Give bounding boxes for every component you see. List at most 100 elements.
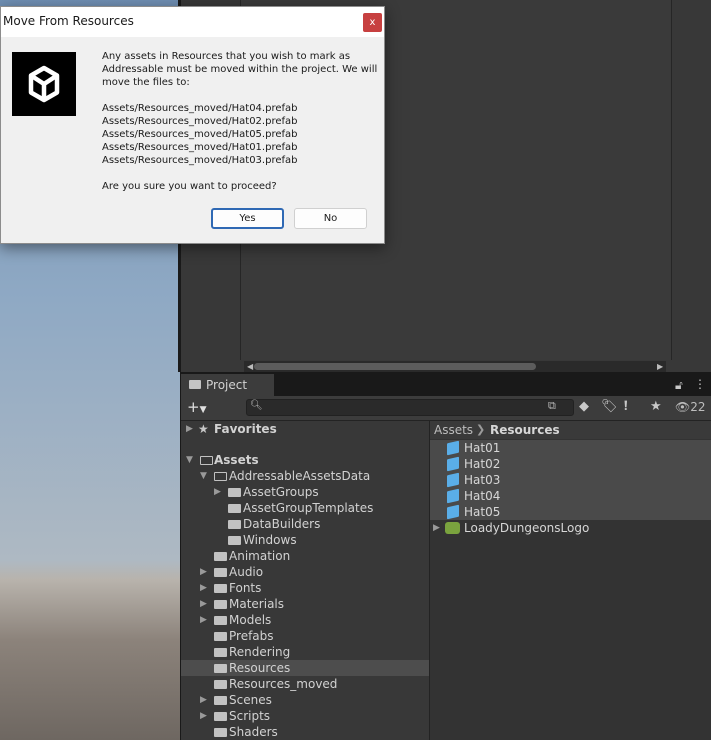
scroll-left-icon[interactable]: ◀ xyxy=(247,361,253,372)
chevron-right-icon: ❯ xyxy=(476,423,486,436)
dialog-message: Any assets in Resources that you wish to… xyxy=(102,51,378,192)
collapse-arrow-icon[interactable]: ▼ xyxy=(186,452,193,468)
path-item: Assets/Resources_moved/Hat01.prefab xyxy=(102,142,298,153)
prefab-icon xyxy=(447,488,459,504)
folder-icon xyxy=(228,536,241,545)
tree-item[interactable]: ▶ Scripts xyxy=(181,708,429,724)
tree-item[interactable]: ▶ Materials xyxy=(181,596,429,612)
expand-arrow-icon[interactable]: ▶ xyxy=(200,596,207,612)
breadcrumb-current[interactable]: Resources xyxy=(490,421,560,439)
scrollbar-thumb[interactable] xyxy=(254,363,536,370)
expand-arrow-icon[interactable]: ▶ xyxy=(214,484,221,500)
add-button[interactable]: +▼ xyxy=(187,398,207,419)
folder-icon xyxy=(214,648,227,657)
expand-arrow-icon[interactable]: ▶ xyxy=(200,692,207,708)
list-item[interactable]: Hat01 xyxy=(430,440,711,456)
visible-count[interactable]: 👁︎22 xyxy=(675,400,706,414)
search-input[interactable] xyxy=(263,400,533,415)
search-box[interactable]: 🔍︎ ⧉ xyxy=(246,399,574,416)
close-button[interactable]: x xyxy=(363,13,382,32)
path-item: Assets/Resources_moved/Hat04.prefab xyxy=(102,103,298,114)
log-issues-icon[interactable]: ❗︎ xyxy=(624,399,628,414)
expand-arrow-icon[interactable]: ▶ xyxy=(200,612,207,628)
project-window: Project 🔓︎ ⋮ +▼ 🔍︎ ⧉ ◆ 🏷︎ ❗︎ ★ 👁︎22 ▶ ★ … xyxy=(181,374,711,740)
yes-button[interactable]: Yes xyxy=(211,208,284,229)
kebab-menu-icon[interactable]: ⋮ xyxy=(694,377,706,391)
folder-open-icon xyxy=(214,472,227,481)
expand-arrow-icon[interactable]: ▶ xyxy=(200,580,207,596)
tree-item[interactable]: ▶ Fonts xyxy=(181,580,429,596)
search-icon: 🔍︎ xyxy=(250,400,263,411)
list-item[interactable]: Hat05 xyxy=(430,504,711,520)
lock-icon[interactable]: 🔓︎ xyxy=(675,378,683,393)
filter-by-label-icon[interactable]: 🏷︎ xyxy=(601,399,618,414)
project-toolbar: +▼ 🔍︎ ⧉ ◆ 🏷︎ ❗︎ ★ 👁︎22 xyxy=(181,396,711,421)
no-button[interactable]: No xyxy=(294,208,367,229)
move-from-resources-dialog: Move From Resources x Any assets in Reso… xyxy=(0,6,385,244)
list-item[interactable]: Hat04 xyxy=(430,488,711,504)
collapse-arrow-icon[interactable]: ▼ xyxy=(200,468,207,484)
tree-item[interactable]: Resources_moved xyxy=(181,676,429,692)
tree-item[interactable]: AssetGroupTemplates xyxy=(181,500,429,516)
folder-icon xyxy=(214,632,227,641)
folder-icon xyxy=(214,584,227,593)
scroll-right-icon[interactable]: ▶ xyxy=(657,361,663,372)
folder-icon xyxy=(214,552,227,561)
horizontal-scrollbar[interactable]: ◀ ▶ xyxy=(244,361,666,372)
filter-by-type-icon[interactable]: ◆ xyxy=(579,399,589,414)
tree-item[interactable]: DataBuilders xyxy=(181,516,429,532)
tree-item[interactable]: ▶ Audio xyxy=(181,564,429,580)
favorite-star-icon[interactable]: ★ xyxy=(650,399,662,414)
path-item: Assets/Resources_moved/Hat03.prefab xyxy=(102,155,298,166)
folder-icon xyxy=(214,696,227,705)
tree-item-assets[interactable]: ▼ Assets xyxy=(181,452,429,468)
folder-icon xyxy=(214,600,227,609)
tab-project[interactable]: Project xyxy=(181,374,274,396)
tree-item[interactable]: Shaders xyxy=(181,724,429,740)
tree-item[interactable]: Windows xyxy=(181,532,429,548)
expand-arrow-icon[interactable]: ▶ xyxy=(200,708,207,724)
list-item[interactable]: ▶ LoadyDungeonsLogo xyxy=(430,520,711,536)
folder-icon xyxy=(214,616,227,625)
tree-item[interactable]: ▶ Models xyxy=(181,612,429,628)
folder-icon xyxy=(214,568,227,577)
dialog-title: Move From Resources xyxy=(3,14,134,28)
tree-item[interactable]: Rendering xyxy=(181,644,429,660)
unity-logo-icon xyxy=(12,52,76,116)
folder-open-icon xyxy=(200,456,213,465)
texture-icon xyxy=(445,522,460,534)
expand-arrow-icon[interactable]: ▶ xyxy=(433,520,440,536)
folder-tree: ▶ ★ Favorites ▼ Assets ▼ AddressableAsse… xyxy=(181,421,429,740)
list-item[interactable]: Hat02 xyxy=(430,456,711,472)
tree-item[interactable]: ▶ AssetGroups xyxy=(181,484,429,500)
tree-item-favorites[interactable]: ▶ ★ Favorites xyxy=(181,421,429,437)
folder-icon xyxy=(214,712,227,721)
prefab-icon xyxy=(447,504,459,520)
asset-list: Assets ❯ Resources Hat01 Hat02 Hat03 Hat… xyxy=(430,421,711,740)
prefab-icon xyxy=(447,472,459,488)
expand-arrow-icon[interactable]: ▶ xyxy=(200,564,207,580)
path-item: Assets/Resources_moved/Hat02.prefab xyxy=(102,116,298,127)
tree-item[interactable]: Animation xyxy=(181,548,429,564)
tree-item[interactable]: ▶ Scenes xyxy=(181,692,429,708)
dialog-titlebar[interactable]: Move From Resources x xyxy=(1,7,384,37)
folder-icon xyxy=(228,488,241,497)
folder-icon xyxy=(214,664,227,673)
folder-icon xyxy=(189,380,201,389)
folder-icon xyxy=(228,520,241,529)
breadcrumb: Assets ❯ Resources xyxy=(430,421,711,439)
prefab-icon xyxy=(447,440,459,456)
tree-item[interactable]: ▼ AddressableAssetsData xyxy=(181,468,429,484)
folder-icon xyxy=(214,728,227,737)
star-icon: ★ xyxy=(198,422,209,436)
list-item[interactable]: Hat03 xyxy=(430,472,711,488)
search-filter-icon[interactable]: ⧉ xyxy=(548,399,556,413)
chevron-down-icon: ▼ xyxy=(199,405,207,415)
tree-item-selected[interactable]: Resources xyxy=(181,660,429,676)
prefab-icon xyxy=(447,456,459,472)
path-item: Assets/Resources_moved/Hat05.prefab xyxy=(102,129,298,140)
breadcrumb-root[interactable]: Assets xyxy=(434,421,473,439)
tree-item[interactable]: Prefabs xyxy=(181,628,429,644)
folder-icon xyxy=(228,504,241,513)
expand-arrow-icon[interactable]: ▶ xyxy=(186,421,193,437)
